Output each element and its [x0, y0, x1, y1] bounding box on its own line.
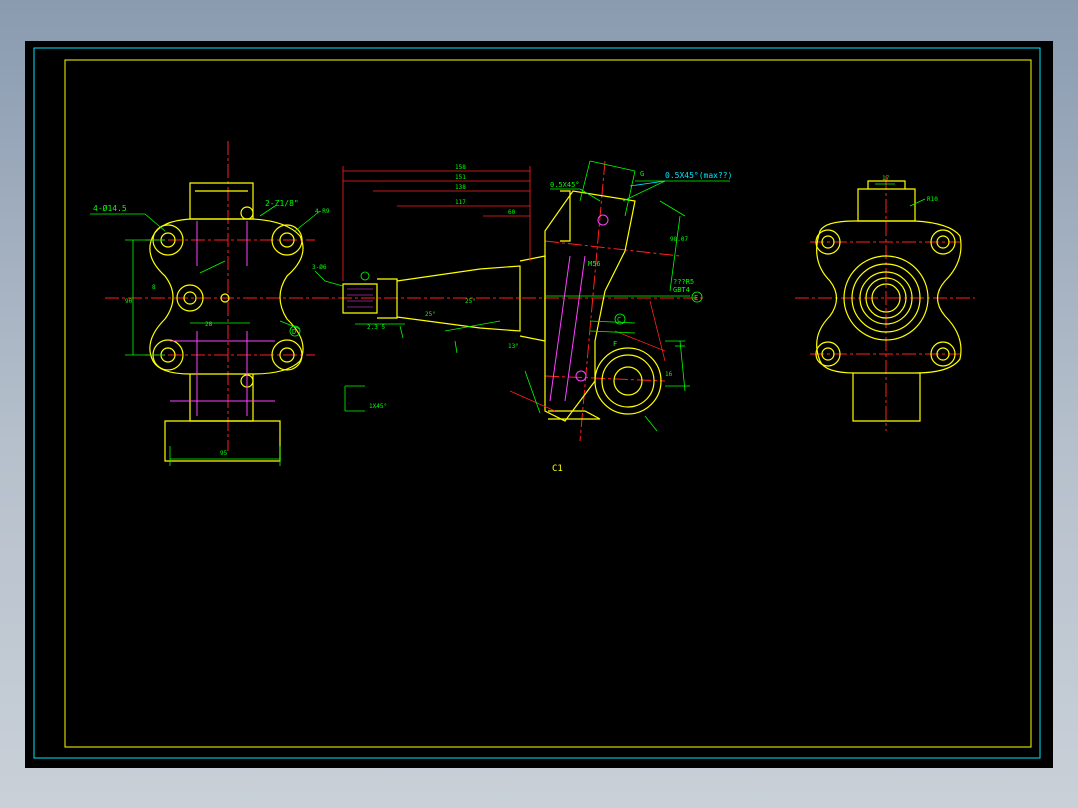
angle-3-label: 13° [508, 343, 519, 350]
cad-viewport[interactable]: 4-Ø14.5 2-Z1/8" 4-R9 95 28 90 8 D 158 15… [25, 41, 1053, 768]
thread-note-label: 3-Ø6 [312, 264, 327, 271]
marker-g: G [640, 170, 644, 178]
right-dim-radius: R10 [927, 196, 938, 203]
angle-1-label: 25° [425, 311, 436, 318]
dim-top-4: 117 [455, 199, 466, 206]
hole-callout-label: 4-Ø14.5 [93, 203, 127, 213]
left-view: 4-Ø14.5 2-Z1/8" 4-R9 95 28 90 8 D [90, 141, 330, 466]
dim-small-label: 2.3 5 [367, 324, 385, 331]
right-view: 17 R10 [795, 175, 975, 431]
radius-note-label: 4-R9 [315, 208, 330, 215]
view-caption: C1 [552, 464, 563, 474]
dim-right-label: 98.07 [670, 236, 688, 243]
code-ab-label: ???R5 [673, 278, 694, 286]
dim-side: 8 [152, 284, 156, 291]
dim-1x45-label: 1X45° [369, 403, 387, 410]
dim-hole-center: 28 [205, 321, 213, 328]
marker-c: C [617, 316, 621, 324]
marker-e: E [694, 294, 698, 302]
dim-width-bottom: 95 [220, 450, 228, 457]
right-dim-top: 17 [882, 175, 890, 182]
center-view: 158 151 138 117 60 0.5X45° 0.5X45°(max??… [312, 160, 732, 442]
chamfer-note-label: 0.5X45°(max??) [665, 171, 732, 180]
engineering-drawing: 4-Ø14.5 2-Z1/8" 4-R9 95 28 90 8 D 158 15… [33, 47, 1041, 759]
marker-f: F [613, 340, 617, 348]
dim-top-3: 138 [455, 184, 466, 191]
angle-2-label: 25° [465, 298, 476, 305]
dim-top-1: 158 [455, 164, 466, 171]
dim-top-2: 151 [455, 174, 466, 181]
dim-16-label: 16 [665, 371, 673, 378]
section-marker-d: D [292, 328, 296, 336]
chamfer-top-label: 0.5X45° [550, 181, 580, 189]
frame-inner [64, 59, 1032, 748]
pipe-thread-label: 2-Z1/8" [265, 199, 299, 208]
dim-top-5: 60 [508, 209, 516, 216]
code-gbt-label: GBT4 [673, 286, 690, 294]
dim-m56-label: M56 [588, 260, 601, 268]
dim-height: 90 [125, 298, 133, 305]
